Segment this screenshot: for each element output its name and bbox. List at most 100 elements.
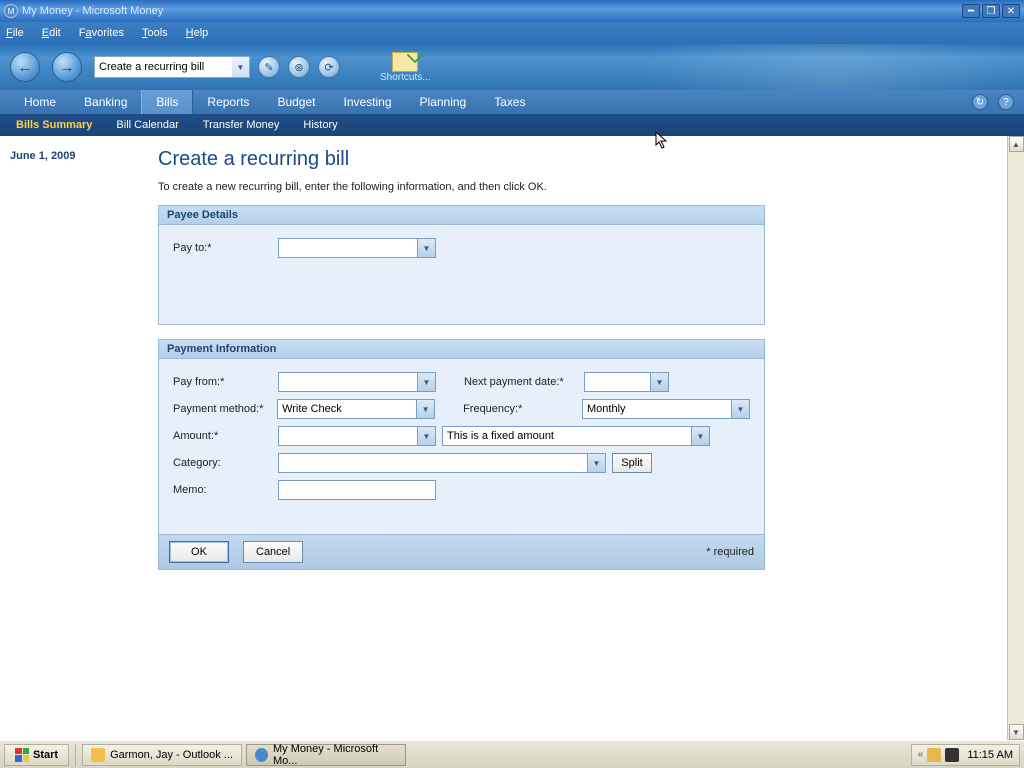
shortcuts-button[interactable]: Shortcuts... (380, 52, 431, 83)
tool-alert-icon[interactable]: ⊛ (288, 56, 310, 78)
tray-icon-1[interactable] (927, 748, 941, 762)
next-date-combo[interactable]: ▼ (584, 372, 669, 392)
forward-button[interactable]: → (52, 52, 82, 82)
frequency-dropdown-icon[interactable]: ▼ (731, 400, 749, 418)
category-dropdown-icon[interactable]: ▼ (587, 454, 605, 472)
address-input[interactable] (95, 57, 245, 77)
nav-home[interactable]: Home (10, 90, 70, 114)
menu-help[interactable]: Help (186, 27, 209, 39)
taskbar-task-money[interactable]: My Money - Microsoft Mo... (246, 744, 406, 766)
app-window: M My Money - Microsoft Money ━ ❐ ✕ File … (0, 0, 1024, 740)
frequency-input[interactable] (583, 400, 731, 418)
amount-type-dropdown-icon[interactable]: ▼ (691, 427, 709, 445)
pay-from-dropdown-icon[interactable]: ▼ (417, 373, 435, 391)
pay-to-combo[interactable]: ▼ (278, 238, 436, 258)
page-title: Create a recurring bill (158, 148, 989, 171)
amount-combo[interactable]: ▼ (278, 426, 436, 446)
payment-method-input[interactable] (278, 400, 416, 418)
panel-header-payment: Payment Information (159, 340, 764, 359)
tray-expand-icon[interactable]: « (918, 749, 924, 760)
memo-input[interactable] (278, 480, 436, 500)
address-box[interactable] (94, 56, 232, 78)
money-icon (255, 748, 268, 762)
tool-refresh-icon[interactable]: ⟳ (318, 56, 340, 78)
label-frequency: Frequency:* (463, 403, 582, 415)
label-amount: Amount:* (173, 430, 278, 442)
label-category: Category: (173, 457, 278, 469)
start-button[interactable]: Start (4, 744, 69, 766)
nav-bills[interactable]: Bills (141, 90, 193, 114)
sidebar: June 1, 2009 (0, 136, 150, 740)
next-date-input[interactable] (585, 373, 650, 391)
pay-from-combo[interactable]: ▼ (278, 372, 436, 392)
help-icon[interactable]: ? (998, 94, 1014, 110)
start-label: Start (33, 749, 58, 761)
tool-pen-icon[interactable]: ✎ (258, 56, 280, 78)
outlook-icon (91, 748, 105, 762)
amount-input[interactable] (279, 427, 417, 445)
shortcuts-icon (392, 52, 418, 72)
menu-file[interactable]: File (6, 27, 24, 39)
sub-nav: Bills Summary Bill Calendar Transfer Mon… (0, 114, 1024, 136)
tray-clock[interactable]: 11:15 AM (967, 749, 1013, 761)
minimize-button[interactable]: ━ (962, 4, 980, 18)
panel-payment-info: Payment Information Pay from:* ▼ Next pa… (158, 339, 765, 535)
label-pay-to: Pay to:* (173, 242, 278, 254)
nav-taxes[interactable]: Taxes (480, 90, 539, 114)
menu-favorites[interactable]: Favorites (79, 27, 124, 39)
ok-button[interactable]: OK (169, 541, 229, 563)
payment-method-combo[interactable]: ▼ (277, 399, 435, 419)
taskbar: Start Garmon, Jay - Outlook ... My Money… (0, 740, 1024, 768)
window-title: My Money - Microsoft Money (22, 5, 163, 17)
next-date-dropdown-icon[interactable]: ▼ (650, 373, 668, 391)
frequency-combo[interactable]: ▼ (582, 399, 750, 419)
amount-dropdown-icon[interactable]: ▼ (417, 427, 435, 445)
pay-to-dropdown-icon[interactable]: ▼ (417, 239, 435, 257)
app-icon: M (4, 4, 18, 18)
main-pane: Create a recurring bill To create a new … (150, 136, 1007, 740)
category-combo[interactable]: ▼ (278, 453, 606, 473)
page-intro: To create a new recurring bill, enter th… (158, 181, 989, 193)
close-button[interactable]: ✕ (1002, 4, 1020, 18)
amount-type-combo[interactable]: ▼ (442, 426, 710, 446)
tray-icon-2[interactable] (945, 748, 959, 762)
nav-planning[interactable]: Planning (406, 90, 481, 114)
menu-edit[interactable]: Edit (42, 27, 61, 39)
vertical-scrollbar[interactable]: ▲ ▼ (1007, 136, 1024, 740)
nav-banking[interactable]: Banking (70, 90, 141, 114)
amount-type-input[interactable] (443, 427, 691, 445)
system-tray[interactable]: « 11:15 AM (911, 744, 1020, 766)
nav-budget[interactable]: Budget (263, 90, 329, 114)
shortcuts-label: Shortcuts... (380, 72, 431, 83)
panel-payee-details: Payee Details Pay to:* ▼ (158, 205, 765, 325)
maximize-button[interactable]: ❐ (982, 4, 1000, 18)
nav-reports[interactable]: Reports (193, 90, 263, 114)
pay-to-input[interactable] (279, 239, 417, 257)
nav-investing[interactable]: Investing (329, 90, 405, 114)
task-outlook-label: Garmon, Jay - Outlook ... (110, 749, 233, 761)
subnav-bill-calendar[interactable]: Bill Calendar (104, 119, 190, 131)
toolbar: ← → ▼ ✎ ⊛ ⟳ Shortcuts... (0, 44, 1024, 90)
title-bar: M My Money - Microsoft Money ━ ❐ ✕ (0, 0, 1024, 22)
taskbar-task-outlook[interactable]: Garmon, Jay - Outlook ... (82, 744, 242, 766)
address-dropdown[interactable]: ▼ (232, 56, 250, 78)
subnav-transfer-money[interactable]: Transfer Money (191, 119, 292, 131)
subnav-bills-summary[interactable]: Bills Summary (4, 119, 104, 131)
sync-icon[interactable]: ↻ (972, 94, 988, 110)
menu-tools[interactable]: Tools (142, 27, 168, 39)
split-button[interactable]: Split (612, 453, 652, 473)
scroll-down-button[interactable]: ▼ (1009, 724, 1024, 740)
back-button[interactable]: ← (10, 52, 40, 82)
payment-method-dropdown-icon[interactable]: ▼ (416, 400, 434, 418)
pay-from-input[interactable] (279, 373, 417, 391)
cancel-button[interactable]: Cancel (243, 541, 303, 563)
required-note: * required (706, 546, 754, 558)
label-payment-method: Payment method:* (173, 403, 277, 415)
subnav-history[interactable]: History (291, 119, 349, 131)
scroll-up-button[interactable]: ▲ (1009, 136, 1024, 152)
sidebar-date: June 1, 2009 (10, 150, 75, 162)
windows-logo-icon (15, 748, 29, 762)
label-next-date: Next payment date:* (464, 376, 584, 388)
category-input[interactable] (279, 454, 587, 472)
content-body: June 1, 2009 Create a recurring bill To … (0, 136, 1024, 740)
